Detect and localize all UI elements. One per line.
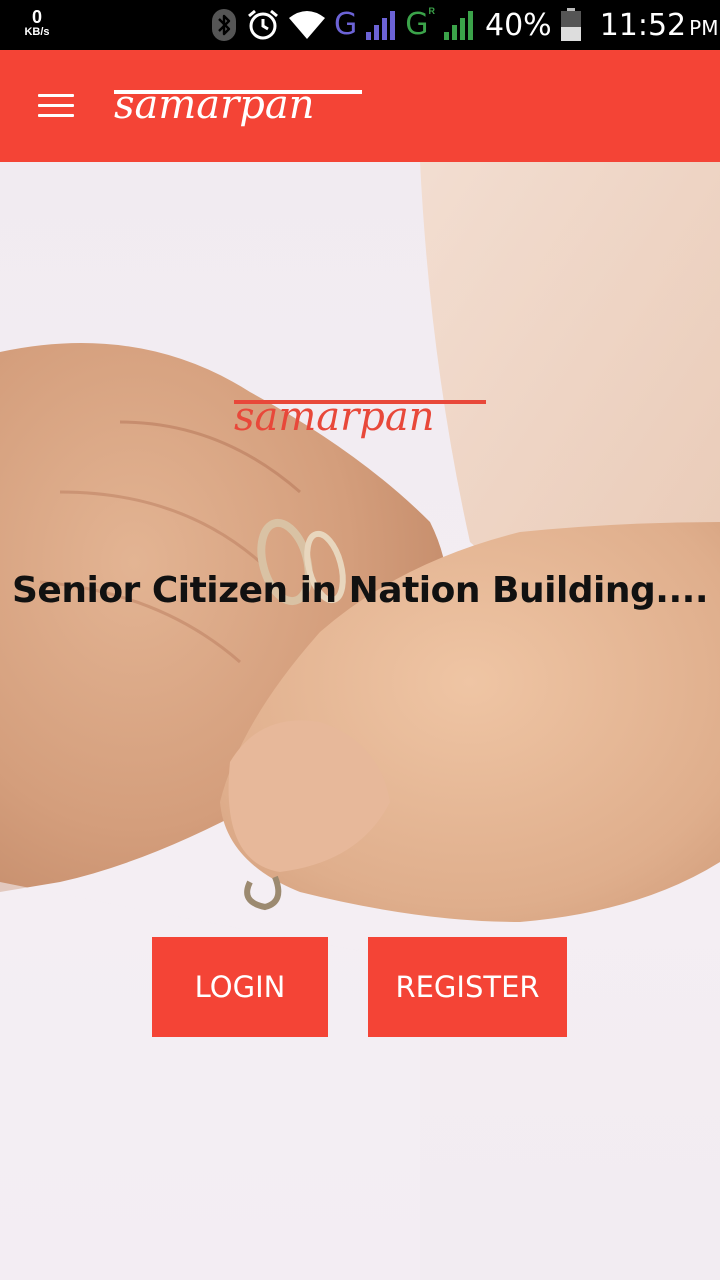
network-speed-value: 0 — [31, 7, 42, 27]
hero-logo: samarpan — [234, 394, 486, 440]
tagline: Senior Citizen in Nation Building.... — [12, 570, 709, 611]
hero-section: samarpan Senior Citizen in Nation Buildi… — [0, 162, 720, 1280]
login-button[interactable]: LOGIN — [152, 937, 328, 1037]
app-bar: samarpan — [0, 50, 720, 162]
menu-icon-line — [38, 94, 74, 97]
status-bar: 0 KB/s G G R 40% 11:52 PM — [0, 0, 720, 50]
menu-icon-line — [38, 114, 74, 117]
clock: 11:52 PM — [600, 8, 719, 43]
menu-icon-line — [38, 104, 74, 107]
wifi-icon — [289, 11, 325, 39]
network-type-1: G — [334, 7, 358, 42]
network-type-2: G — [405, 7, 429, 42]
alarm-icon — [248, 9, 278, 40]
clock-time: 11:52 — [599, 7, 687, 43]
signal-icon-2 — [444, 11, 473, 40]
svg-text:samarpan: samarpan — [234, 394, 435, 440]
network-speed-unit: KB/s — [24, 26, 50, 38]
menu-button[interactable] — [26, 80, 86, 132]
battery-icon — [560, 8, 581, 41]
bluetooth-icon — [212, 9, 236, 41]
register-button[interactable]: REGISTER — [368, 937, 567, 1037]
clock-ampm: PM — [689, 15, 719, 40]
network-speed: 0 KB/s — [20, 8, 54, 38]
app-logo: samarpan — [114, 82, 362, 128]
roaming-indicator: R — [428, 6, 436, 16]
battery-percent: 40% — [485, 7, 552, 43]
svg-text:samarpan: samarpan — [114, 82, 315, 128]
hands-photo — [0, 162, 720, 1280]
signal-icon-1 — [366, 11, 396, 40]
